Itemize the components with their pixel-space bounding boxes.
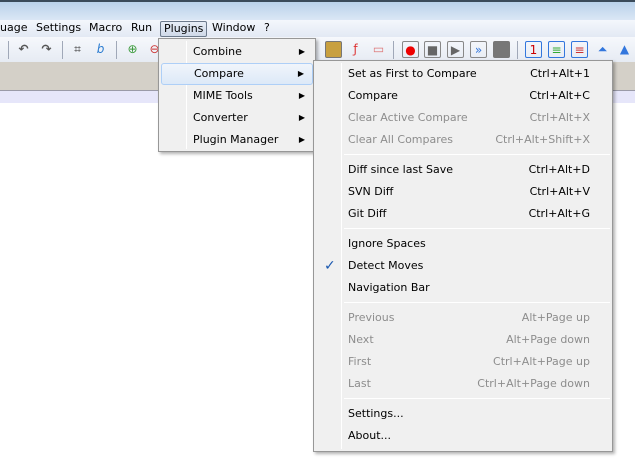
menu-separator bbox=[344, 228, 610, 229]
compare-menu-item-ignore-spaces[interactable]: Ignore Spaces bbox=[316, 233, 610, 255]
first-diff-icon[interactable]: ⏶ bbox=[594, 41, 611, 58]
menu-item-label: Compare bbox=[348, 89, 398, 102]
menu-item-label: Navigation Bar bbox=[348, 281, 430, 294]
menu-run[interactable]: Run bbox=[128, 21, 155, 37]
compare-submenu: Set as First to Compare Ctrl+Alt+1 Compare… bbox=[313, 60, 613, 452]
menu-item-label: Detect Moves bbox=[348, 259, 424, 272]
menu-item-label: Ignore Spaces bbox=[348, 237, 426, 250]
menu-plugins[interactable]: Plugins bbox=[160, 21, 208, 37]
menu-window[interactable]: Window bbox=[209, 21, 258, 37]
toolbar: ↶ ↷ ⌗ b ⊕ ⊖ ƒ ▭ ● ■ ▶ » 1 ≡ ≡ ⏶ ▲ bbox=[0, 37, 635, 62]
menu-item-label: Set as First to Compare bbox=[348, 67, 477, 80]
compare-menu-item-clear-active-compare[interactable]: Clear Active Compare Ctrl+Alt+X bbox=[316, 107, 610, 129]
save-macro-icon[interactable] bbox=[493, 41, 510, 58]
menu-item-label: Settings... bbox=[348, 407, 404, 420]
compare-menu-item-first[interactable]: First Ctrl+Alt+Page up bbox=[316, 351, 610, 373]
plugins-menu-item-combine[interactable]: Combine ▶ bbox=[161, 41, 313, 63]
function-list-icon[interactable]: ƒ bbox=[347, 41, 364, 58]
redo-icon[interactable]: ↷ bbox=[38, 41, 55, 58]
toolbar-separator bbox=[62, 41, 63, 59]
menu-item-label: Git Diff bbox=[348, 207, 387, 220]
run-macro-multiple-icon[interactable]: » bbox=[470, 41, 487, 58]
menu-separator bbox=[344, 398, 610, 399]
find-icon[interactable]: ⌗ bbox=[69, 41, 86, 58]
menu-item-shortcut: Ctrl+Alt+X bbox=[529, 111, 590, 124]
set-first-compare-icon[interactable]: 1 bbox=[525, 41, 542, 58]
compare-menu-item-next[interactable]: Next Alt+Page down bbox=[316, 329, 610, 351]
menu-item-label: Plugin Manager bbox=[193, 133, 279, 146]
menu-item-label: Clear All Compares bbox=[348, 133, 454, 146]
menu-item-shortcut: Ctrl+Alt+G bbox=[528, 207, 590, 220]
menu-item-label: Last bbox=[348, 377, 371, 390]
menu-item-label: Combine bbox=[193, 45, 242, 58]
zoom-in-icon[interactable]: ⊕ bbox=[124, 41, 141, 58]
compare-menu-item-svn-diff[interactable]: SVN Diff Ctrl+Alt+V bbox=[316, 181, 610, 203]
toolbar-separator bbox=[116, 41, 117, 59]
menu-settings[interactable]: Settings bbox=[33, 21, 84, 37]
menu-item-label: Clear Active Compare bbox=[348, 111, 468, 124]
compare-menu-item-previous[interactable]: Previous Alt+Page up bbox=[316, 307, 610, 329]
compare-menu-item-git-diff[interactable]: Git Diff Ctrl+Alt+G bbox=[316, 203, 610, 225]
undo-icon[interactable]: ↶ bbox=[15, 41, 32, 58]
plugins-menu-item-plugin-manager[interactable]: Plugin Manager ▶ bbox=[161, 129, 313, 151]
submenu-arrow-icon: ▶ bbox=[298, 47, 305, 56]
compare-menu-item-compare[interactable]: Compare Ctrl+Alt+C bbox=[316, 85, 610, 107]
menu-item-shortcut: Ctrl+Alt+V bbox=[529, 185, 590, 198]
menu-separator bbox=[344, 302, 610, 303]
menu-item-shortcut: Ctrl+Alt+C bbox=[529, 89, 590, 102]
toolbar-separator bbox=[517, 41, 518, 59]
menu-item-label: MIME Tools bbox=[193, 89, 253, 102]
stop-macro-icon[interactable]: ■ bbox=[424, 41, 441, 58]
compare-menu-item-about[interactable]: About... bbox=[316, 425, 610, 447]
title-bar bbox=[0, 0, 635, 20]
submenu-arrow-icon: ▶ bbox=[298, 91, 305, 100]
menu-item-label: About... bbox=[348, 429, 392, 442]
checkmark-icon: ✓ bbox=[324, 258, 336, 274]
menu-item-label: Compare bbox=[194, 67, 244, 80]
menu-item-shortcut: Ctrl+Alt+Page up bbox=[493, 355, 590, 368]
compare-menu-item-detect-moves[interactable]: ✓ Detect Moves bbox=[316, 255, 610, 277]
compare-menu-item-last[interactable]: Last Ctrl+Alt+Page down bbox=[316, 373, 610, 395]
menu-item-shortcut: Ctrl+Alt+Page down bbox=[477, 377, 590, 390]
menu-bar: uage Settings Macro Run Plugins Window ? bbox=[0, 20, 635, 37]
compare-menu-item-navigation-bar[interactable]: Navigation Bar bbox=[316, 277, 610, 299]
menu-separator bbox=[344, 154, 610, 155]
menu-item-label: Converter bbox=[193, 111, 248, 124]
menu-item-label: Diff since last Save bbox=[348, 163, 454, 176]
plugins-menu-item-converter[interactable]: Converter ▶ bbox=[161, 107, 313, 129]
plugins-menu: Combine ▶ Compare ▶ MIME Tools ▶ Converter ▶ Plu… bbox=[158, 38, 316, 152]
submenu-arrow-icon: ▶ bbox=[298, 135, 305, 144]
menu-macro[interactable]: Macro bbox=[86, 21, 125, 37]
compare-menu-item-settings[interactable]: Settings... bbox=[316, 403, 610, 425]
menu-item-label: First bbox=[348, 355, 372, 368]
submenu-arrow-icon: ▶ bbox=[298, 113, 305, 122]
menu-item-shortcut: Ctrl+Alt+D bbox=[528, 163, 590, 176]
folder-icon[interactable]: ▭ bbox=[370, 41, 387, 58]
menu-item-label: Previous bbox=[348, 311, 395, 324]
plugins-menu-item-compare[interactable]: Compare ▶ bbox=[161, 63, 313, 85]
compare-icon[interactable]: ≡ bbox=[548, 41, 565, 58]
menu-item-shortcut: Ctrl+Alt+1 bbox=[530, 67, 590, 80]
menu-language[interactable]: uage bbox=[0, 21, 30, 37]
replace-icon[interactable]: b bbox=[92, 41, 109, 58]
menu-item-shortcut: Ctrl+Alt+Shift+X bbox=[495, 133, 590, 146]
document-map-icon[interactable] bbox=[325, 41, 342, 58]
menu-item-shortcut: Alt+Page up bbox=[521, 311, 590, 324]
menu-item-label: SVN Diff bbox=[348, 185, 394, 198]
menu-item-shortcut: Alt+Page down bbox=[506, 333, 590, 346]
submenu-arrow-icon: ▶ bbox=[297, 69, 304, 78]
toolbar-separator bbox=[393, 41, 394, 59]
plugins-menu-item-mime-tools[interactable]: MIME Tools ▶ bbox=[161, 85, 313, 107]
clear-compare-icon[interactable]: ≡ bbox=[571, 41, 588, 58]
toolbar-separator bbox=[8, 41, 9, 59]
menu-help[interactable]: ? bbox=[261, 21, 273, 37]
previous-diff-icon[interactable]: ▲ bbox=[616, 41, 633, 58]
play-macro-icon[interactable]: ▶ bbox=[447, 41, 464, 58]
compare-menu-item-diff-since-last-save[interactable]: Diff since last Save Ctrl+Alt+D bbox=[316, 159, 610, 181]
record-macro-icon[interactable]: ● bbox=[402, 41, 419, 58]
menu-item-label: Next bbox=[348, 333, 374, 346]
compare-menu-item-set-as-first-to-compare[interactable]: Set as First to Compare Ctrl+Alt+1 bbox=[316, 63, 610, 85]
compare-menu-item-clear-all-compares[interactable]: Clear All Compares Ctrl+Alt+Shift+X bbox=[316, 129, 610, 151]
